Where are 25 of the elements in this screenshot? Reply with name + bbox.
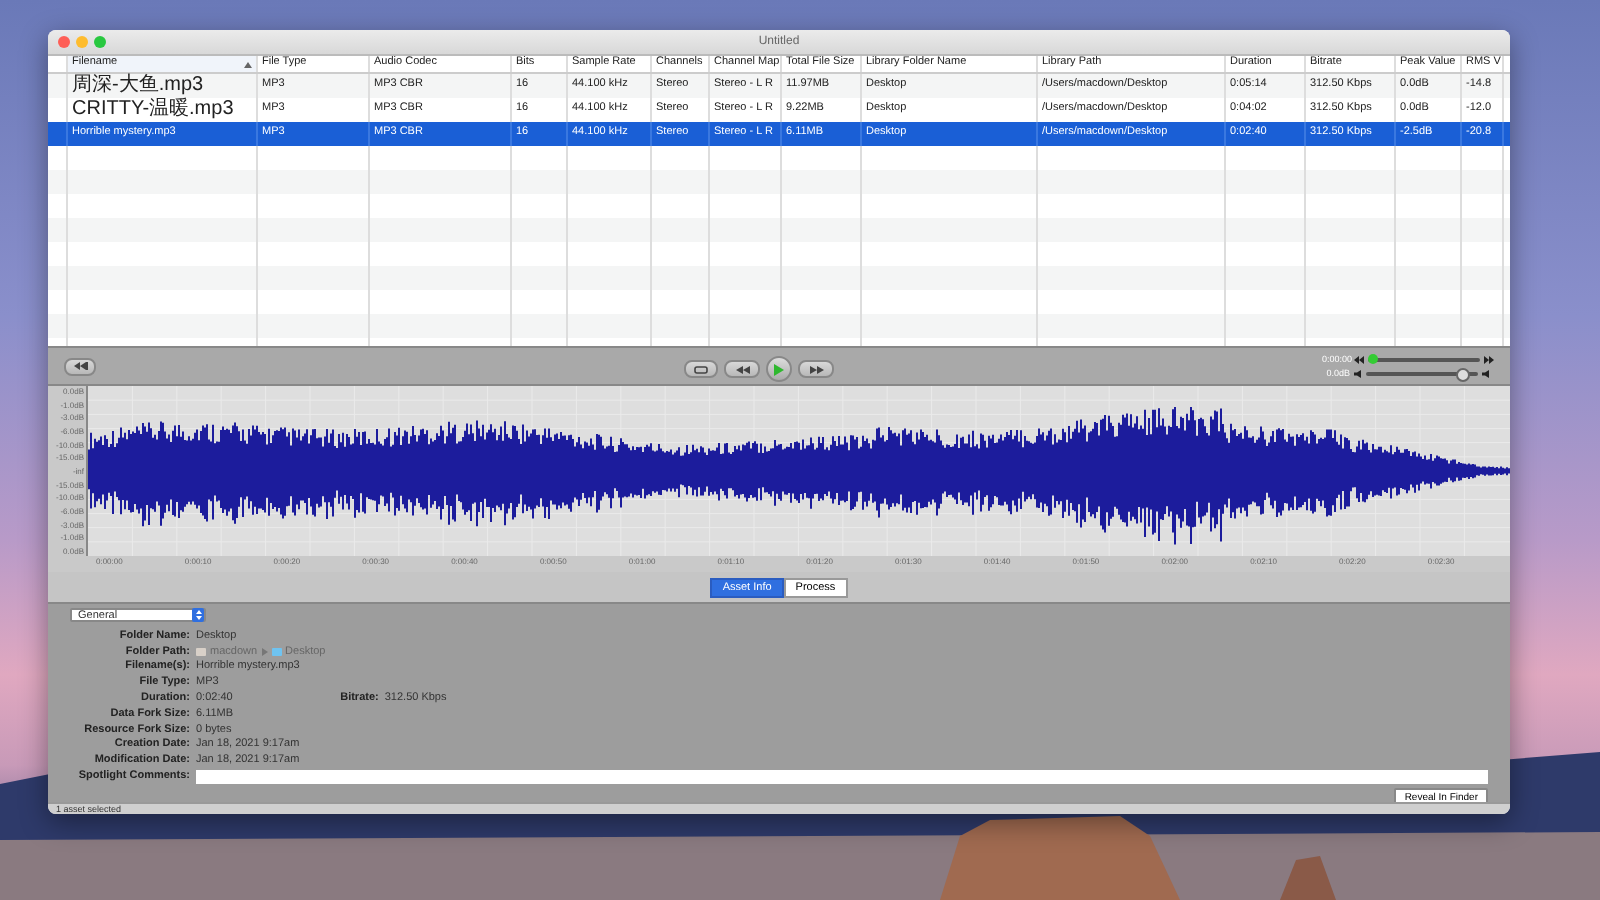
- home-icon: [196, 647, 206, 656]
- rewind-button[interactable]: [724, 360, 760, 378]
- close-button[interactable]: [58, 36, 70, 48]
- table-cell: CRITTY-温暖.mp3: [72, 100, 234, 120]
- loop-icon: [694, 365, 708, 373]
- sort-caret-icon: [244, 61, 252, 67]
- slider-thumb[interactable]: [1367, 353, 1378, 363]
- rewind-icon: [735, 365, 749, 373]
- fast-forward-icon: [809, 365, 823, 373]
- comments-field[interactable]: [196, 769, 1488, 784]
- play-icon: [774, 363, 784, 375]
- rewind-icon: [1354, 355, 1364, 363]
- rewind-icon: [73, 362, 87, 370]
- slider-thumb[interactable]: [1456, 367, 1471, 381]
- fast-forward-button[interactable]: [798, 360, 834, 378]
- table-cell: 周深-大鱼.mp3: [72, 76, 204, 96]
- speaker-icon: [1354, 369, 1362, 377]
- play-button[interactable]: [766, 356, 792, 382]
- speaker-icon: [1482, 369, 1492, 377]
- skip-to-start-button[interactable]: [64, 357, 96, 375]
- folder-icon: [271, 647, 282, 656]
- stepper-icon: [195, 610, 201, 620]
- loop-button[interactable]: [684, 360, 718, 378]
- fast-forward-icon: [1484, 355, 1494, 363]
- chevron-icon: [261, 647, 268, 656]
